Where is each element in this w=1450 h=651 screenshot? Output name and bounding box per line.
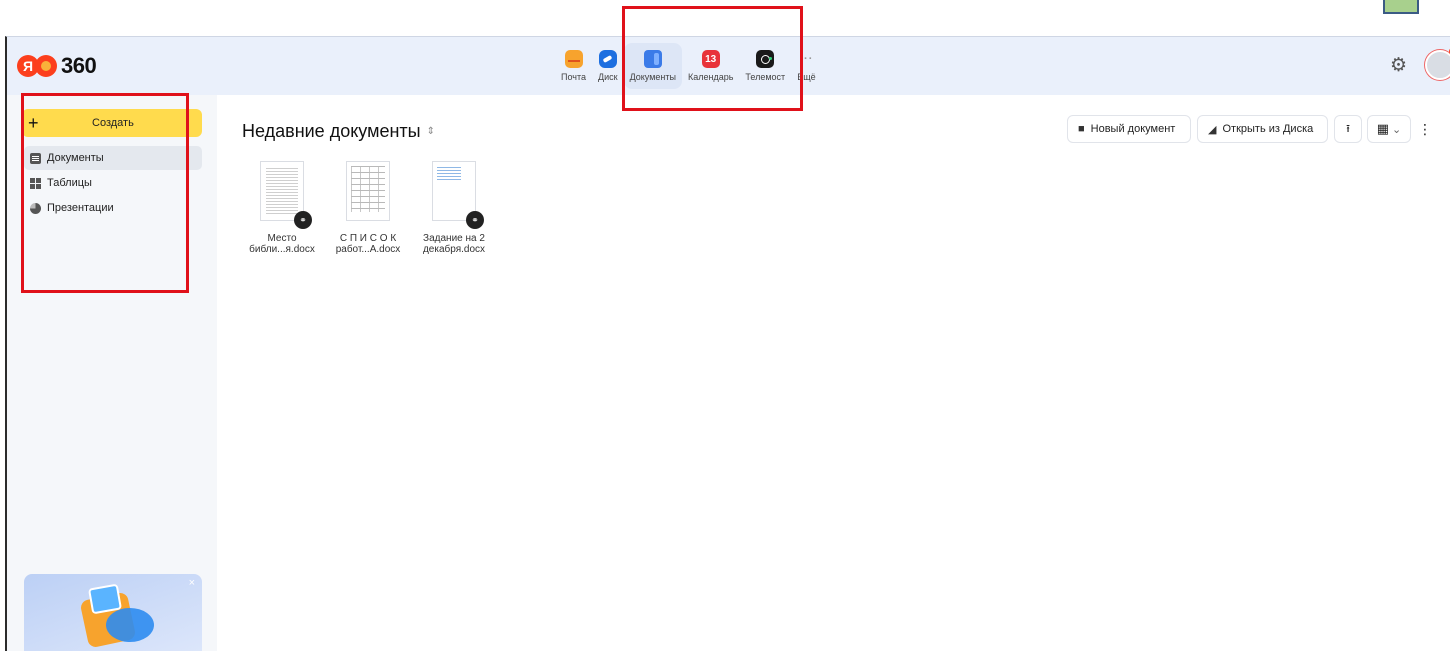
app-disk[interactable]: Диск: [592, 43, 624, 89]
app-telemost-label: Телемост: [745, 72, 786, 82]
document-tile[interactable]: С П И С О К работ...А.docx: [325, 161, 411, 255]
sidebar-item-label: Таблицы: [47, 177, 92, 189]
create-button-label: Создать: [92, 117, 134, 129]
document-name-line1: Место: [267, 233, 297, 244]
sidebar-item-documents[interactable]: Документы: [24, 146, 202, 170]
open-from-disk-label: Открыть из Диска: [1222, 123, 1314, 135]
recent-documents-grid: ⚭ Место библи...я.docx С П И С О К работ…: [239, 161, 497, 255]
sidebar-item-presentations[interactable]: Презентации: [24, 196, 202, 220]
yandex-360-logo[interactable]: Я 360: [17, 53, 97, 79]
view-mode-button[interactable]: ▦ ⌄: [1367, 115, 1411, 143]
document-name: Задание на 2 декабря.docx: [423, 233, 485, 255]
document-name-line2: работ...А.docx: [335, 244, 401, 255]
document-icon: ■: [1078, 123, 1085, 135]
telemost-icon: [756, 50, 775, 68]
thumbnail-blue-lines: [437, 167, 461, 181]
user-avatar[interactable]: 1: [1425, 47, 1450, 80]
page-title: Недавние документы ⇕: [242, 121, 435, 142]
new-document-button[interactable]: ■ Новый документ: [1067, 115, 1191, 143]
document-tile[interactable]: ⚭ Задание на 2 декабря.docx: [411, 161, 497, 255]
sidebar-item-label: Презентации: [47, 202, 114, 214]
create-button[interactable]: + Создать: [22, 109, 202, 137]
disk-icon: [598, 50, 617, 68]
app-documents[interactable]: Документы: [623, 43, 682, 89]
chevron-down-icon: ⌄: [1392, 123, 1402, 136]
corner-marker: [1383, 0, 1419, 14]
service-switcher: Почта Диск Документы 13 Календарь Телемо…: [555, 43, 822, 89]
upload-button[interactable]: ⭱: [1334, 115, 1362, 143]
app-more[interactable]: ··· Ещё: [791, 43, 821, 89]
sort-icon[interactable]: ⇕: [427, 126, 435, 137]
plus-icon: +: [28, 112, 39, 133]
logo-ring-icon: [35, 55, 57, 77]
calendar-icon: 13: [701, 50, 720, 68]
top-bar: Я 360 Почта Диск Документы 13 Календарь: [7, 37, 1450, 95]
upload-icon: ⭱: [1346, 122, 1350, 135]
close-icon[interactable]: ×: [189, 577, 195, 589]
document-name-line1: С П И С О К: [339, 233, 397, 244]
document-name-line2: декабря.docx: [422, 244, 486, 255]
disk-icon: ◢: [1208, 123, 1217, 136]
grid-view-icon: ▦: [1376, 121, 1390, 136]
document-icon: [30, 152, 41, 164]
document-tile[interactable]: ⚭ Место библи...я.docx: [239, 161, 325, 255]
app-disk-label: Диск: [598, 72, 618, 82]
page-title-text: Недавние документы: [242, 121, 421, 141]
promo-banner[interactable]: ×: [24, 574, 202, 651]
more-menu-button[interactable]: ⋮: [1415, 115, 1435, 143]
document-name: Место библи...я.docx: [249, 233, 315, 255]
app-more-label: Ещё: [797, 72, 816, 82]
more-icon: ···: [799, 53, 814, 65]
sidebar-item-tables[interactable]: Таблицы: [24, 171, 202, 195]
table-icon: [30, 177, 41, 189]
app-telemost[interactable]: Телемост: [739, 43, 791, 89]
app-mail[interactable]: Почта: [555, 43, 592, 89]
app-mail-label: Почта: [561, 72, 586, 82]
sidebar-item-label: Документы: [47, 152, 104, 164]
sidebar: + Создать Документы Таблицы Презентации …: [7, 95, 217, 651]
document-name-line2: библи...я.docx: [249, 244, 315, 255]
presentation-icon: [30, 202, 41, 214]
app-calendar[interactable]: 13 Календарь: [682, 43, 739, 89]
documents-icon: [643, 50, 662, 68]
open-from-disk-button[interactable]: ◢ Открыть из Диска: [1197, 115, 1328, 143]
link-icon: ⚭: [294, 211, 312, 229]
document-name: С П И С О К работ...А.docx: [336, 233, 401, 255]
logo-text: 360: [61, 53, 97, 78]
document-thumbnail: ⚭: [432, 161, 484, 229]
document-name-line1: Задание на 2: [423, 233, 485, 244]
link-icon: ⚭: [466, 211, 484, 229]
settings-gear-icon[interactable]: ⚙: [1390, 54, 1407, 77]
new-document-label: Новый документ: [1090, 123, 1176, 135]
thumbnail-table-lines: [351, 166, 385, 212]
mail-icon: [564, 50, 583, 68]
app-documents-label: Документы: [629, 72, 676, 82]
document-thumbnail: [346, 161, 390, 221]
app-calendar-label: Календарь: [687, 72, 734, 82]
document-thumbnail: ⚭: [260, 161, 312, 229]
thumbnail-text-lines: [266, 168, 298, 214]
promo-disk-image: [106, 608, 154, 642]
kebab-menu-icon: ⋮: [1418, 120, 1432, 137]
app-window: Я 360 Почта Диск Документы 13 Календарь: [5, 36, 1450, 651]
